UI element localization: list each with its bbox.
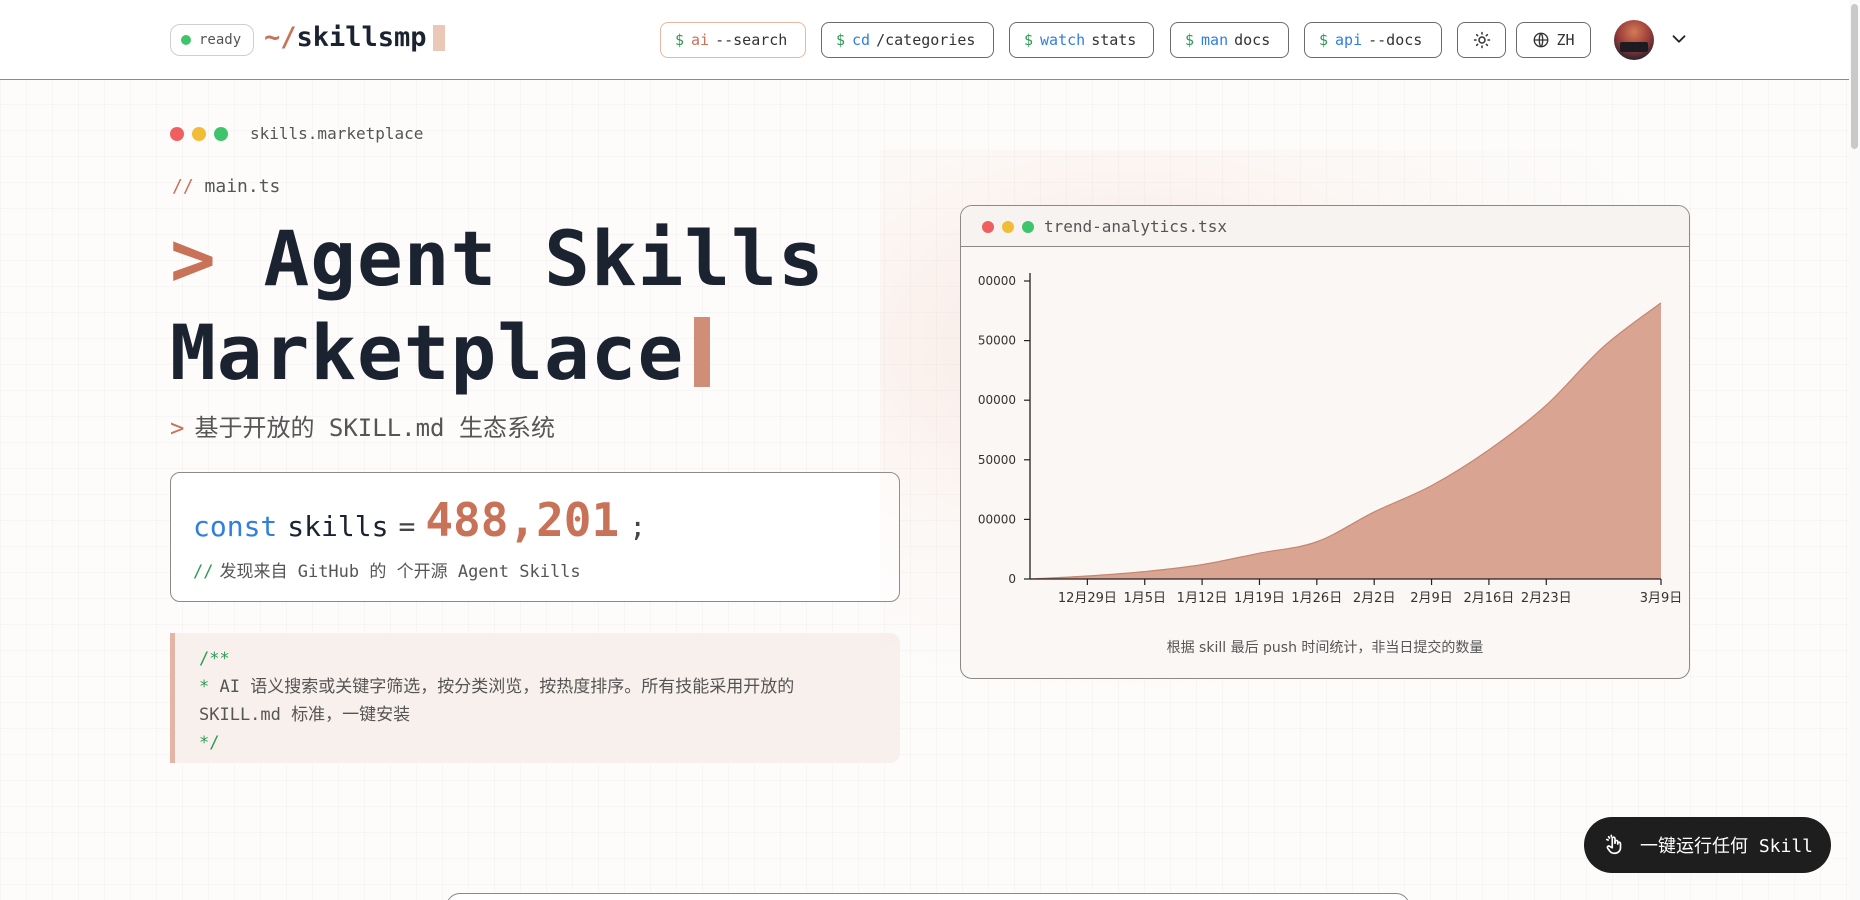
x-tick-label: 2月9日: [1410, 591, 1453, 606]
logo-name: skillsmp: [296, 22, 427, 53]
y-tick-label: 00000: [978, 512, 1016, 526]
nav-docs-button[interactable]: $ man docs: [1170, 22, 1289, 58]
trend-chart-window: trend-analytics.tsx 0 00000 50000 00000 5000…: [960, 205, 1690, 679]
status-badge: ready: [170, 24, 255, 56]
skill-count-comment: //发现来自 GitHub 的 个开源 Agent Skills: [193, 557, 581, 582]
language-button[interactable]: ZH: [1516, 22, 1591, 58]
search-card-edge: [446, 893, 1410, 900]
skill-count-card: const skills = 488,201 ; //发现来自 GitHub 的…: [170, 472, 900, 602]
subtitle: > 基于开放的 SKILL.md 生态系统: [170, 408, 555, 443]
nav-arg: --search: [715, 31, 788, 49]
code-variable: skills: [287, 510, 389, 543]
run-skill-button[interactable]: 一键运行任何 Skill: [1584, 817, 1831, 873]
x-tick-label: 2月23日: [1521, 591, 1572, 606]
x-tick-label: 2月2日: [1353, 591, 1396, 606]
scrollbar-thumb[interactable]: [1851, 4, 1858, 149]
doc-line1: AI 语义搜索或关键字筛选，按分类浏览，按热度排序。所有技能采用开放的: [219, 677, 795, 697]
nav-dollar: $: [836, 31, 846, 49]
y-tick-label: 50000: [978, 334, 1016, 348]
code-keyword: const: [193, 510, 278, 543]
nav-arg: --docs: [1368, 31, 1423, 49]
hand-pointer-icon: [1605, 834, 1622, 855]
x-tick-label: 2月16日: [1463, 591, 1514, 606]
x-tick-label: 1月19日: [1234, 591, 1285, 606]
avatar[interactable]: [1614, 20, 1654, 60]
dot-red: [170, 127, 184, 141]
doc-star: *: [199, 677, 210, 697]
logo-prefix: ~/: [264, 22, 297, 53]
nav-ai-search-button[interactable]: $ ai --search: [660, 22, 806, 58]
nav-dollar: $: [1319, 31, 1329, 49]
title-prompt: >: [170, 214, 217, 303]
nav-cmd: ai: [691, 31, 710, 49]
chart-window-titlebar: trend-analytics.tsx: [961, 206, 1689, 247]
x-tick-label: 1月26日: [1291, 591, 1342, 606]
x-tick-label: 1月12日: [1177, 591, 1228, 606]
x-tick-label: 1月5日: [1123, 591, 1166, 606]
skill-count-code: const skills = 488,201 ;: [193, 493, 646, 547]
dot-yellow: [192, 127, 206, 141]
file-name: main.ts: [204, 176, 281, 197]
title-line1: Agent Skills: [263, 214, 825, 303]
hero-window-title: skills.marketplace: [250, 124, 424, 143]
y-tick-label: 00000: [978, 393, 1016, 407]
nav-cmd: api: [1335, 31, 1363, 49]
nav-dollar: $: [675, 31, 685, 49]
nav-dollar: $: [1185, 31, 1195, 49]
dot-green: [1022, 221, 1034, 233]
chart-window-title: trend-analytics.tsx: [1044, 217, 1228, 236]
logo-cursor: [432, 24, 445, 51]
dot-green: [214, 127, 228, 141]
nav-categories-button[interactable]: $ cd /categories: [821, 22, 994, 58]
nav-cmd: cd: [852, 31, 871, 49]
title-cursor: [694, 317, 711, 387]
y-tick-label: 0: [1008, 572, 1016, 586]
nav-arg: stats: [1091, 31, 1137, 49]
window-dots: [170, 127, 228, 141]
area-fill: [1030, 302, 1661, 579]
y-tick-label: 00000: [978, 274, 1016, 288]
code-semicolon: ;: [629, 510, 647, 543]
doc-comment-block: /** * AI 语义搜索或关键字筛选，按分类浏览，按热度排序。所有技能采用开放…: [170, 633, 900, 763]
skill-count: 488,201: [425, 493, 620, 547]
status-label: ready: [199, 32, 242, 48]
run-skill-label: 一键运行任何 Skill: [1640, 836, 1814, 857]
dot-red: [982, 221, 994, 233]
site-logo[interactable]: ~/ skillsmp: [264, 22, 445, 53]
dot-yellow: [1002, 221, 1014, 233]
nav-api-docs-button[interactable]: $ api --docs: [1304, 22, 1442, 58]
chart-window-dots: [982, 221, 1034, 233]
nav-arg: docs: [1234, 31, 1271, 49]
globe-icon: [1534, 32, 1549, 48]
file-comment: // main.ts: [172, 176, 280, 197]
language-label: ZH: [1556, 31, 1575, 49]
x-tick-label: 3月9日: [1640, 591, 1683, 606]
y-tick-label: 50000: [978, 453, 1016, 467]
page-title: > Agent Skills Marketplace: [170, 212, 825, 400]
doc-close: */: [199, 733, 220, 753]
nav-arg: /categories: [876, 31, 976, 49]
nav-stats-button[interactable]: $ watch stats: [1009, 22, 1154, 58]
subtitle-prompt: >: [170, 414, 185, 442]
top-header: ready ~/ skillsmp $ ai --search $ cd /ca…: [0, 0, 1860, 80]
doc-open: /**: [199, 649, 230, 669]
subtitle-text: 基于开放的 SKILL.md 生态系统: [194, 414, 555, 442]
status-dot: [181, 35, 191, 45]
sun-icon: [1473, 31, 1490, 49]
code-equals: =: [398, 510, 416, 543]
x-tick-label: 12月29日: [1058, 591, 1117, 606]
chart-caption: 根据 skill 最后 push 时间统计，非当日提交的数量: [1166, 640, 1484, 656]
theme-toggle-button[interactable]: [1457, 22, 1506, 58]
comment-slashes: //: [172, 176, 194, 197]
trend-area-chart: 0000005000000000500000000012月29日 1月5日 1月12…: [978, 273, 1683, 606]
nav-cmd: watch: [1040, 31, 1086, 49]
nav-dollar: $: [1024, 31, 1034, 49]
comment-text: 发现来自 GitHub 的 个开源 Agent Skills: [219, 562, 581, 582]
chevron-down-icon[interactable]: [1668, 28, 1690, 50]
title-line2: Marketplace: [170, 308, 685, 397]
comment-slashes: //: [193, 562, 214, 582]
nav-cmd: man: [1201, 31, 1229, 49]
doc-line2: SKILL.md 标准，一键安装: [199, 705, 411, 725]
